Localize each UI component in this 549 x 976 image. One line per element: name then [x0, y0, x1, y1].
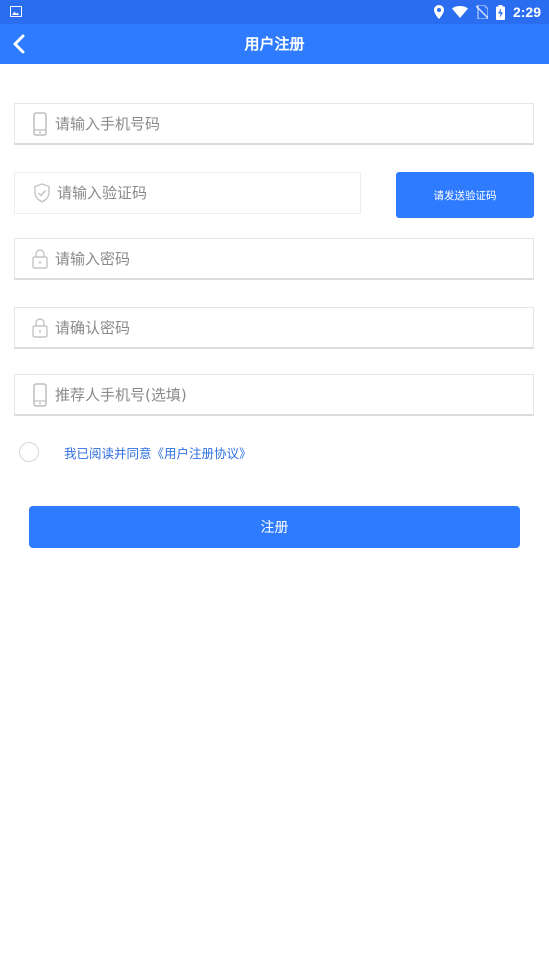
phone-field	[14, 103, 534, 145]
phone-input[interactable]	[53, 104, 533, 143]
phone-icon	[27, 382, 53, 407]
app-bar: 用户注册	[0, 24, 549, 64]
referrer-input[interactable]	[53, 375, 533, 414]
agreement-link[interactable]: 我已阅读并同意《用户注册协议》	[64, 443, 252, 462]
shield-icon	[29, 183, 55, 203]
code-input[interactable]	[55, 173, 360, 213]
confirm-password-field	[14, 307, 534, 349]
lock-icon	[27, 248, 53, 269]
register-button[interactable]: 注册	[29, 506, 520, 548]
image-icon	[10, 6, 22, 17]
battery-charging-icon	[495, 4, 505, 20]
agreement-row: 我已阅读并同意《用户注册协议》	[19, 441, 252, 463]
lock-icon	[27, 317, 53, 338]
status-time: 2:29	[512, 4, 541, 20]
confirm-password-input[interactable]	[53, 308, 533, 347]
code-field	[14, 172, 361, 214]
send-code-button[interactable]: 请发送验证码	[396, 172, 534, 218]
agreement-radio[interactable]	[19, 442, 39, 462]
location-icon	[433, 5, 444, 19]
no-sim-icon	[475, 5, 488, 19]
page-title: 用户注册	[244, 35, 305, 53]
status-icons: 2:29	[433, 3, 541, 21]
status-bar: 2:29	[0, 0, 549, 24]
phone-icon	[27, 111, 53, 136]
password-field	[14, 238, 534, 280]
wifi-icon	[451, 6, 468, 18]
referrer-field	[14, 374, 534, 416]
password-input[interactable]	[53, 239, 533, 278]
